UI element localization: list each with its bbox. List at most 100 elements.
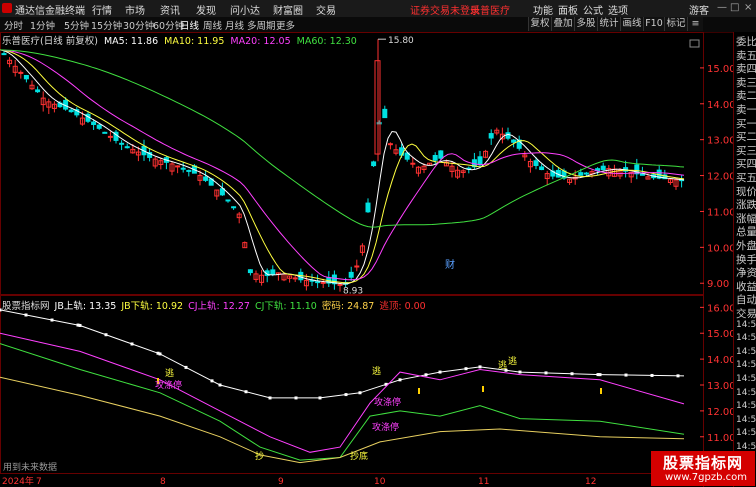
jb-up-dot xyxy=(318,396,322,400)
multi-stock-button[interactable]: 多股 xyxy=(574,17,597,31)
overlay-button[interactable]: 叠加 xyxy=(551,17,574,31)
sub-tick: 15.00 xyxy=(707,329,733,340)
menu-news[interactable]: 资讯 xyxy=(160,2,180,17)
jb-up-dot xyxy=(424,373,428,377)
candle-body xyxy=(511,139,517,143)
x-axis-label: 7 xyxy=(36,477,42,487)
candle-body xyxy=(1,53,7,56)
candle-body xyxy=(102,131,108,134)
candle-body xyxy=(583,172,589,175)
period-multi[interactable]: 多周期 xyxy=(247,18,276,32)
period-weekly[interactable]: 周线 xyxy=(203,18,222,32)
jb-up-dot xyxy=(24,313,28,317)
candle-body xyxy=(365,202,371,213)
candle-body xyxy=(124,146,130,149)
maximize-icon[interactable]: □ xyxy=(730,2,739,13)
signal-label: 抄 xyxy=(255,450,264,462)
chart-area[interactable]: 15.00 14.00 13.00 12.00 11.00 10.00 9.00 15.80 8… xyxy=(0,32,733,487)
jb-up-dot xyxy=(544,371,548,375)
minimize-icon[interactable]: — xyxy=(717,2,727,13)
candle-body xyxy=(578,172,584,176)
menu-trade[interactable]: 交易 xyxy=(316,2,336,17)
signal-label: 抄底 xyxy=(350,450,368,462)
ma20-line xyxy=(0,49,685,281)
user-guest[interactable]: 游客 xyxy=(689,2,709,17)
period-15min[interactable]: 15分钟 xyxy=(91,18,122,32)
menu-function[interactable]: 功能 xyxy=(533,2,553,17)
candle-body xyxy=(539,166,545,171)
jb-up-dot xyxy=(358,391,362,395)
menu-discover[interactable]: 发现 xyxy=(196,2,216,17)
price-tick: 15.00 xyxy=(707,64,733,75)
sub-tick: 13.00 xyxy=(707,381,733,392)
period-daily[interactable]: 日线 xyxy=(180,18,199,32)
jb-up-dot xyxy=(210,379,214,383)
future-data-note: 用到未来数据 xyxy=(3,461,57,473)
candle-body xyxy=(247,269,253,274)
candle-body xyxy=(119,142,125,145)
jb-up-dot xyxy=(294,396,298,400)
cj-up-line xyxy=(0,332,685,453)
jb-down-line xyxy=(0,376,685,464)
candle-body xyxy=(477,156,483,166)
candle-body xyxy=(505,132,511,139)
period-30min[interactable]: 30分钟 xyxy=(123,18,154,32)
jb-up-dot xyxy=(184,365,188,369)
price-tick: 12.00 xyxy=(707,172,733,183)
menu-wealth[interactable]: 财富圈 xyxy=(273,2,303,17)
quote-field: 14:50 xyxy=(736,319,756,330)
brand-watermark: 股票指标网 www.7gpzb.com xyxy=(651,451,755,486)
jb-up-dot xyxy=(570,372,574,376)
period-monthly[interactable]: 月线 xyxy=(225,18,244,32)
candle-body xyxy=(337,283,343,286)
price-tick: 10.00 xyxy=(707,243,733,254)
quote-field: 14:50 xyxy=(736,374,756,384)
candle-body xyxy=(315,281,321,284)
menu-options[interactable]: 选项 xyxy=(608,2,628,17)
sub-tick: 16.00 xyxy=(707,303,733,314)
candle-body xyxy=(382,108,388,119)
brand-name: 股票指标网 xyxy=(663,454,744,472)
menu-icon[interactable]: ≡ xyxy=(687,17,703,31)
period-minute[interactable]: 分时 xyxy=(4,18,23,32)
jb-up-dot xyxy=(676,374,680,378)
quote-field: 14:50 xyxy=(736,360,756,371)
price-tick: 11.00 xyxy=(707,207,733,218)
candle-body xyxy=(354,265,360,268)
menu-market[interactable]: 行情 xyxy=(92,2,112,17)
menu-formula[interactable]: 公式 xyxy=(583,2,603,17)
sub-tick: 11.00 xyxy=(707,433,733,444)
candle-body xyxy=(533,160,539,167)
candle-body xyxy=(96,124,102,129)
menu-panel[interactable]: 面板 xyxy=(558,2,578,17)
jb-up-dot xyxy=(398,378,402,382)
event-marker[interactable]: 财 xyxy=(445,258,455,271)
f10-button[interactable]: F10 xyxy=(643,17,664,31)
price-tick: 13.00 xyxy=(707,136,733,147)
menu-markets[interactable]: 市场 xyxy=(125,2,145,17)
jb-up-dot xyxy=(0,308,2,312)
menu-ask[interactable]: 问小达 xyxy=(230,2,260,17)
app-title: 通达信金融终端 xyxy=(15,6,85,17)
period-1min[interactable]: 1分钟 xyxy=(30,18,55,32)
signal-label: 逃 xyxy=(165,367,174,379)
adjust-button[interactable]: 复权 xyxy=(528,17,551,31)
candle-body xyxy=(488,133,494,139)
candle-body xyxy=(68,109,74,113)
candle-body xyxy=(231,206,237,209)
mark-button[interactable]: 标记 xyxy=(664,17,687,31)
quote-field: 14:50 xyxy=(736,428,756,439)
brand-url: www.7gpzb.com xyxy=(665,472,747,483)
period-5min[interactable]: 5分钟 xyxy=(64,18,89,32)
candle-body xyxy=(180,167,186,170)
x-axis-label: 10 xyxy=(374,477,386,487)
draw-button[interactable]: 画线 xyxy=(620,17,643,31)
candle-body xyxy=(320,281,326,284)
chart-expand-icon[interactable] xyxy=(689,39,700,48)
signal-label: 攻涤停 xyxy=(374,396,401,408)
period-more[interactable]: 更多 xyxy=(276,18,295,32)
quote-field: 14:50 xyxy=(736,387,756,398)
close-icon[interactable]: × xyxy=(744,2,752,13)
candle-body xyxy=(410,162,416,165)
stats-button[interactable]: 统计 xyxy=(597,17,620,31)
